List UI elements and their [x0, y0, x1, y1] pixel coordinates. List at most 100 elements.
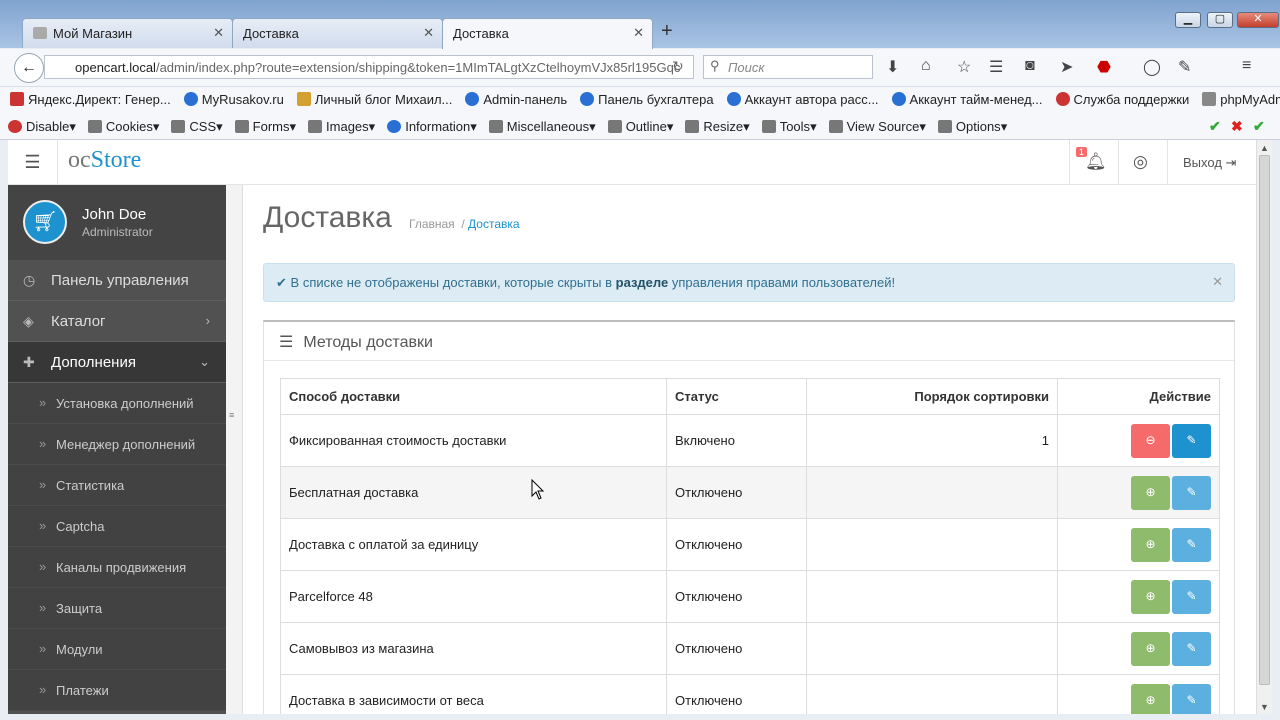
- breadcrumb-home[interactable]: Главная: [409, 217, 455, 231]
- install-button[interactable]: ⊕: [1131, 475, 1170, 510]
- dev-menu-options[interactable]: Options▾: [930, 113, 1011, 135]
- close-window-button[interactable]: ✕: [1237, 12, 1279, 28]
- sidebar-subitem[interactable]: » Статистика: [8, 465, 226, 506]
- sidebar-subitem[interactable]: » Менеджер дополнений: [8, 424, 226, 465]
- chevron-right-icon: ›: [205, 313, 210, 328]
- table-row: Parcelforce 48 Отключено ⊕ ✎: [280, 570, 1220, 623]
- bookmark-icon: [1055, 92, 1070, 106]
- bookmark-item[interactable]: Яндекс.Директ: Генер...: [0, 87, 176, 107]
- resize-icon: [685, 120, 700, 133]
- sidebar-item-catalog[interactable]: ◈ Каталог ›: [8, 301, 226, 342]
- table-row: Самовывоз из магазина Отключено ⊕ ✎: [280, 622, 1220, 675]
- bookmarks-toolbar: Яндекс.Директ: Генер... MyRusakov.ru Личны…: [0, 87, 1280, 113]
- extension-icon[interactable]: ✎: [1178, 57, 1191, 77]
- tab-shipping-active[interactable]: Доставка ✕: [442, 18, 653, 49]
- page-scrollbar[interactable]: ▲ ▼: [1256, 140, 1272, 714]
- back-button[interactable]: ←: [14, 53, 44, 83]
- close-icon[interactable]: ✕: [1212, 274, 1223, 290]
- menu-icon[interactable]: ≡: [1242, 57, 1251, 75]
- scrollbar-thumb[interactable]: [1259, 155, 1270, 685]
- edit-button[interactable]: ✎: [1172, 683, 1211, 714]
- edit-button[interactable]: ✎: [1172, 579, 1211, 614]
- download-icon[interactable]: ⬇: [886, 57, 899, 77]
- check-icon[interactable]: ✔: [1253, 118, 1265, 135]
- close-tab-icon[interactable]: ✕: [423, 25, 434, 41]
- install-button[interactable]: ⊕: [1131, 631, 1170, 666]
- bookmark-icon: [10, 92, 24, 106]
- double-chevron-icon: »: [39, 477, 47, 492]
- bookmark-item[interactable]: Аккаунт тайм-менед...: [884, 87, 1048, 107]
- logout-button[interactable]: Выход ⇥: [1183, 155, 1236, 171]
- sidebar-subitem[interactable]: » Модули: [8, 629, 226, 670]
- pocket-icon[interactable]: ◙: [1025, 57, 1035, 75]
- sidebar-subitem[interactable]: » Каналы продвижения: [8, 547, 226, 588]
- edit-button[interactable]: ✎: [1172, 631, 1211, 666]
- dev-menu-outline[interactable]: Outline▾: [600, 113, 678, 135]
- maximize-button[interactable]: ▢: [1207, 12, 1233, 28]
- url-bar[interactable]: opencart.local/admin/index.php?route=ext…: [44, 55, 694, 79]
- error-icon[interactable]: ✖: [1231, 118, 1243, 135]
- row-actions: ⊕ ✎: [1057, 674, 1220, 714]
- dev-menu-resize[interactable]: Resize▾: [677, 113, 753, 135]
- tab-shipping-1[interactable]: Доставка ✕: [232, 18, 443, 48]
- check-icon[interactable]: ✔: [1209, 118, 1221, 135]
- close-tab-icon[interactable]: ✕: [213, 25, 224, 41]
- dev-menu-forms[interactable]: Forms▾: [227, 113, 300, 135]
- dev-menu-css[interactable]: CSS▾: [163, 113, 226, 135]
- bookmark-item[interactable]: Аккаунт автора расс...: [719, 87, 884, 107]
- page-viewport: ☰ ocStore 1 🔔︎ ◎ Выход ⇥ 🛒︎ John Doe Adm…: [8, 140, 1256, 714]
- bell-icon[interactable]: 🔔︎: [1085, 152, 1107, 172]
- breadcrumb-current[interactable]: Доставка: [468, 217, 520, 231]
- edit-button[interactable]: ✎: [1172, 527, 1211, 562]
- adblock-icon[interactable]: ⬣: [1097, 57, 1111, 77]
- bookmark-star-icon[interactable]: ☆: [957, 57, 971, 77]
- bookmark-item[interactable]: MyRusakov.ru: [176, 87, 289, 107]
- new-tab-icon[interactable]: +: [661, 20, 673, 43]
- dev-menu-images[interactable]: Images▾: [300, 113, 379, 135]
- alert-link[interactable]: разделе: [616, 275, 669, 290]
- bookmark-icon: [891, 92, 906, 106]
- install-button[interactable]: ⊕: [1131, 683, 1170, 714]
- dev-menu-miscellaneous[interactable]: Miscellaneous▾: [481, 113, 600, 135]
- search-input[interactable]: ⚲ Поиск: [703, 55, 873, 79]
- scroll-down-icon[interactable]: ▼: [1260, 702, 1269, 712]
- shipping-status: Отключено: [666, 622, 807, 675]
- logo[interactable]: ocStore: [68, 147, 141, 174]
- dev-menu-disable[interactable]: Disable▾: [0, 113, 80, 135]
- sidebar-splitter[interactable]: ≡: [226, 185, 243, 714]
- list-icon: ☰: [279, 334, 294, 351]
- dev-menu-information[interactable]: Information▾: [379, 113, 481, 135]
- tab-my-shop[interactable]: Мой Магазин ✕: [22, 18, 233, 48]
- sidebar-subitem[interactable]: » Платежи: [8, 670, 226, 711]
- sidebar-subitem[interactable]: » Captcha: [8, 506, 226, 547]
- sidebar-item-dashboard[interactable]: ◷ Панель управления: [8, 260, 226, 301]
- bookmark-icon: [580, 92, 595, 106]
- bookmark-item[interactable]: Личный блог Михаил...: [289, 87, 458, 107]
- uninstall-button[interactable]: ⊖: [1131, 423, 1170, 458]
- shipping-panel: ☰ Методы доставки Способ доставки Статус …: [263, 320, 1235, 714]
- sidebar-subitem[interactable]: » Установка дополнений: [8, 383, 226, 424]
- send-icon[interactable]: ➤: [1060, 57, 1073, 77]
- reading-list-icon[interactable]: ☰: [989, 57, 1003, 77]
- help-icon[interactable]: ◎: [1133, 152, 1148, 172]
- bookmark-item[interactable]: Панель бухгалтера: [572, 87, 718, 107]
- sidebar-subitem[interactable]: » Защита: [8, 588, 226, 629]
- dev-menu-cookies[interactable]: Cookies▾: [80, 113, 164, 135]
- bookmark-item[interactable]: Служба поддержки: [1048, 87, 1195, 107]
- chat-icon[interactable]: ◯: [1143, 57, 1161, 77]
- edit-button[interactable]: ✎: [1172, 475, 1211, 510]
- bookmark-item[interactable]: Admin-панель: [457, 87, 572, 107]
- dev-menu-view-source[interactable]: View Source▾: [821, 113, 930, 135]
- home-icon[interactable]: ⌂: [921, 57, 931, 75]
- sidebar-item-extensions[interactable]: ✚ Дополнения ⌄: [8, 342, 226, 383]
- dev-menu-tools[interactable]: Tools▾: [754, 113, 821, 135]
- menu-toggle-icon[interactable]: ☰: [8, 140, 58, 185]
- reload-icon[interactable]: ↻: [672, 58, 684, 75]
- install-button[interactable]: ⊕: [1131, 579, 1170, 614]
- close-tab-icon[interactable]: ✕: [633, 25, 644, 41]
- minimize-button[interactable]: ▁: [1175, 12, 1201, 28]
- edit-button[interactable]: ✎: [1172, 423, 1211, 458]
- scroll-up-icon[interactable]: ▲: [1260, 143, 1269, 153]
- install-button[interactable]: ⊕: [1131, 527, 1170, 562]
- bookmark-item[interactable]: phpMyAdmin: [1194, 87, 1280, 107]
